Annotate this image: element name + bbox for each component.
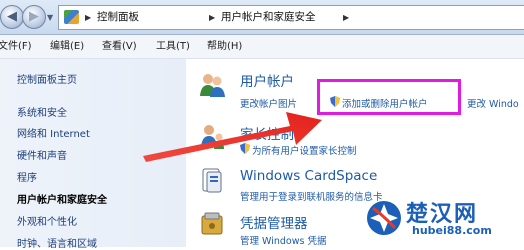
breadcrumb-separator-icon[interactable]: ▶ — [85, 6, 91, 29]
link-manage-info-cards[interactable]: 管理用于登录到联机服务的信息卡 — [240, 189, 383, 203]
left-navigation: 控制面板主页 系统和安全 网络和 Internet 硬件和声音 程序 用户帐户和… — [0, 59, 186, 250]
control-panel-icon — [64, 10, 79, 24]
credential-manager-icon — [201, 212, 223, 235]
menu-tools[interactable]: 工具(T) — [156, 35, 190, 58]
menu-bar: 文件(F) 编辑(E) 查看(V) 工具(T) 帮助(H) — [0, 35, 524, 59]
link-change-account-picture[interactable]: 更改帐户图片 — [240, 96, 297, 110]
watermark-url: hubei88.com — [412, 224, 492, 237]
link-change-windows[interactable]: 更改 Windo — [467, 96, 519, 110]
menu-view[interactable]: 查看(V) — [102, 35, 137, 58]
category-user-accounts-title[interactable]: 用户帐户 — [240, 70, 294, 90]
link-manage-windows-credentials[interactable]: 管理 Windows 凭据 — [240, 233, 326, 247]
back-arrow-icon: ◀ — [7, 9, 17, 24]
back-button[interactable]: ◀ — [0, 5, 24, 29]
nav-user-accounts-current[interactable]: 用户帐户和家庭安全 — [17, 191, 107, 206]
parental-controls-icon — [201, 125, 224, 149]
forward-button[interactable]: ▶ — [22, 5, 46, 29]
highlight-box — [317, 79, 461, 115]
nav-network-internet[interactable]: 网络和 Internet — [17, 125, 90, 140]
category-cardspace-title[interactable]: Windows CardSpace — [240, 168, 377, 184]
breadcrumb-separator-icon[interactable]: ▶ — [343, 6, 349, 29]
breadcrumb-user-accounts[interactable]: 用户帐户和家庭安全 — [221, 6, 316, 29]
watermark-logo-icon — [367, 201, 401, 235]
link-set-parental-controls[interactable]: 为所有用户设置家长控制 — [252, 143, 357, 157]
forward-arrow-icon: ▶ — [29, 9, 39, 24]
menu-help[interactable]: 帮助(H) — [207, 35, 242, 58]
nav-clock-language[interactable]: 时钟、语言和区域 — [17, 235, 97, 250]
menu-edit[interactable]: 编辑(E) — [50, 35, 84, 58]
breadcrumb[interactable]: ▶ 控制面板 ▶ 用户帐户和家庭安全 ▶ — [58, 5, 524, 30]
uac-shield-icon — [240, 143, 250, 154]
breadcrumb-separator-icon[interactable]: ▶ — [209, 6, 215, 29]
category-parental-controls-title[interactable]: 家长控制 — [240, 123, 294, 143]
category-credential-manager-title[interactable]: 凭据管理器 — [240, 212, 308, 232]
nav-hardware-sound[interactable]: 硬件和声音 — [17, 147, 67, 162]
nav-control-panel-home[interactable]: 控制面板主页 — [17, 71, 77, 86]
breadcrumb-control-panel[interactable]: 控制面板 — [97, 6, 139, 29]
nav-programs[interactable]: 程序 — [17, 169, 37, 184]
nav-appearance[interactable]: 外观和个性化 — [17, 213, 77, 228]
menu-file[interactable]: 文件(F) — [0, 35, 32, 58]
address-bar: ◀ ▶ ▼ ▶ 控制面板 ▶ 用户帐户和家庭安全 ▶ — [0, 0, 524, 35]
users-icon — [200, 74, 225, 97]
recent-pages-dropdown-icon[interactable]: ▼ — [47, 13, 53, 22]
nav-system-security[interactable]: 系统和安全 — [17, 104, 67, 119]
cardspace-icon — [202, 168, 222, 193]
